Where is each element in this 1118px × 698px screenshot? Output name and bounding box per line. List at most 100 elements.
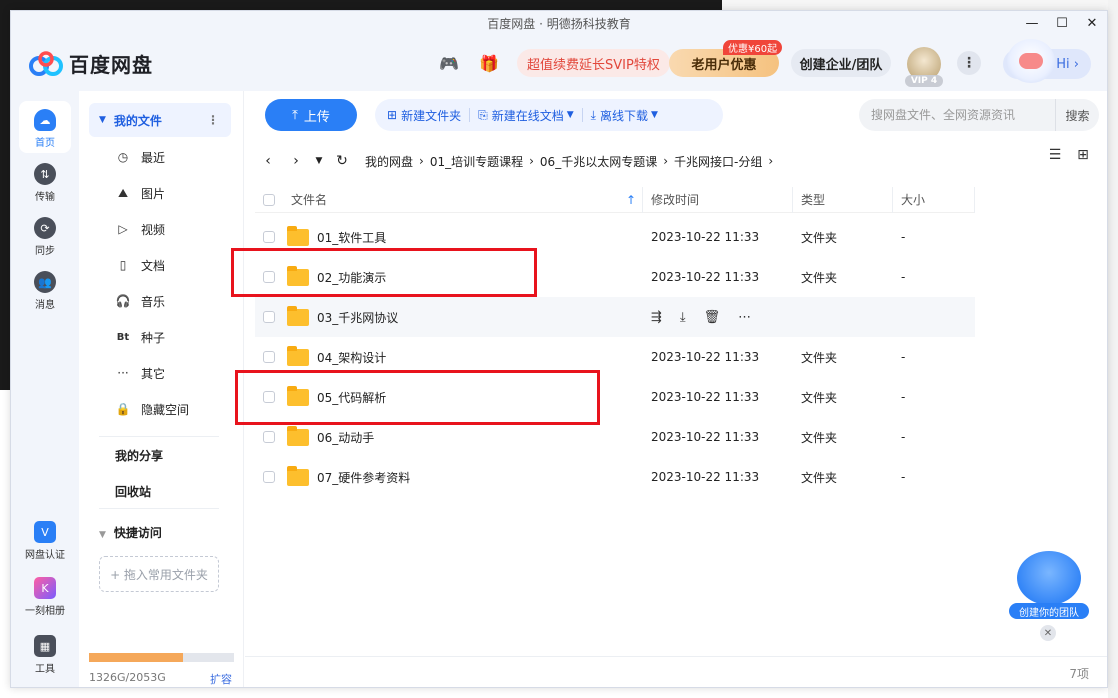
quick-access-drop-zone[interactable]: + 拖入常用文件夹 xyxy=(99,556,219,592)
delete-icon[interactable]: 🗑 xyxy=(704,310,721,325)
chevron-down-icon: ▼ xyxy=(566,110,574,120)
rail-item-messages[interactable]: 👥 消息 xyxy=(11,271,79,311)
new-doc-icon: ⎘ xyxy=(478,107,488,122)
close-icon[interactable]: ✕ xyxy=(1040,625,1056,641)
expand-storage-link[interactable]: 扩容 xyxy=(210,671,232,687)
minimize-button[interactable]: — xyxy=(1017,11,1047,35)
new-folder-icon: ⊞ xyxy=(387,108,398,122)
breadcrumb-separator: › xyxy=(529,154,534,168)
rail-item-verify[interactable]: V 网盘认证 xyxy=(11,521,79,561)
rail-item-album[interactable]: K 一刻相册 xyxy=(11,577,79,617)
sort-icon[interactable]: ☰ xyxy=(1041,147,1069,163)
breadcrumb-item[interactable]: 06_千兆以太网专题课 xyxy=(540,153,657,170)
breadcrumb-item[interactable]: 01_培训专题课程 xyxy=(430,153,523,170)
download-icon[interactable]: ⤓ xyxy=(680,310,686,325)
modified-time: 2023-10-22 11:33 xyxy=(651,470,760,484)
clock-icon: ◷ xyxy=(117,150,129,164)
refresh-icon[interactable]: ↻ xyxy=(331,153,353,169)
sidebar-quick-access[interactable]: ▼ 快捷访问 xyxy=(99,524,162,541)
file-type: 文件夹 xyxy=(801,230,838,245)
file-name[interactable]: 06_动动手 xyxy=(317,429,374,446)
breadcrumb-item[interactable]: 千兆网接口-分组 xyxy=(674,153,762,170)
row-checkbox[interactable] xyxy=(263,431,275,443)
sidebar-recycle-bin[interactable]: 回收站 xyxy=(115,483,151,500)
sidebar-item-recent[interactable]: ◷ 最近 xyxy=(115,139,235,175)
modified-time: 2023-10-22 11:33 xyxy=(651,390,760,404)
folder-icon xyxy=(287,465,309,486)
sidebar-item-videos[interactable]: ▷ 视频 xyxy=(115,211,235,247)
sidebar-item-images[interactable]: ⛰ 图片 xyxy=(115,175,235,211)
rail-item-transfer[interactable]: ⇅ 传输 xyxy=(11,163,79,203)
navigation-bar: ‹ › ▼ ↻ 我的网盘 › 01_培训专题课程 › 06_千兆以太网专题课 › 千兆… xyxy=(257,147,1097,175)
my-files-label: 我的文件 xyxy=(113,113,162,128)
close-button[interactable]: ✕ xyxy=(1077,11,1107,35)
header-name[interactable]: 文件名 xyxy=(291,191,327,208)
game-icon[interactable]: 🎮 xyxy=(439,53,459,73)
header-size[interactable]: 大小 xyxy=(893,186,975,213)
more-icon[interactable]: ⋮ xyxy=(207,113,219,127)
header-type[interactable]: 类型 xyxy=(793,186,893,213)
file-size: - xyxy=(901,230,906,244)
search-input[interactable] xyxy=(859,108,1049,122)
download-icon: ⤓ xyxy=(590,107,596,122)
transfer-icon: ⇅ xyxy=(34,163,56,185)
gift-icon[interactable]: 🎁 xyxy=(479,53,499,73)
sort-arrow-up-icon[interactable]: ↑ xyxy=(626,193,636,207)
rail-label: 同步 xyxy=(35,246,55,257)
sidebar-item-hidden-space[interactable]: 🔒 隐藏空间 xyxy=(115,391,235,427)
hi-label: Hi xyxy=(1056,56,1070,72)
breadcrumb-item[interactable]: 我的网盘 xyxy=(365,153,413,170)
select-all-checkbox[interactable] xyxy=(263,193,275,206)
header-modified[interactable]: 修改时间 xyxy=(643,186,793,213)
create-enterprise-button[interactable]: 创建企业/团队 xyxy=(791,49,891,77)
file-type: 文件夹 xyxy=(801,390,838,405)
svip-promo-button[interactable]: 超值续费延长SVIP特权 xyxy=(517,49,670,77)
back-icon[interactable]: ‹ xyxy=(257,153,279,169)
more-options-icon[interactable]: ⋯ xyxy=(738,310,751,325)
sidebar-item-label: 种子 xyxy=(141,330,166,345)
ellipsis-icon: ··· xyxy=(117,366,129,380)
file-name[interactable]: 07_硬件参考资料 xyxy=(317,469,410,486)
logo[interactable]: 百度网盘 xyxy=(29,49,153,78)
grid-view-icon[interactable]: ⊞ xyxy=(1069,147,1097,163)
file-name[interactable]: 04_架构设计 xyxy=(317,349,386,366)
sidebar-my-share[interactable]: 我的分享 xyxy=(115,447,163,464)
more-menu-button[interactable]: ⋮ xyxy=(957,51,981,75)
row-checkbox[interactable] xyxy=(263,231,275,243)
sidebar-item-music[interactable]: 🎧 音乐 xyxy=(115,283,235,319)
rail-item-tools[interactable]: ▦ 工具 xyxy=(11,635,79,675)
sidebar-item-other[interactable]: ··· 其它 xyxy=(115,355,235,391)
create-team-widget[interactable]: 创建你的团队 ✕ xyxy=(1009,551,1089,641)
rail-item-home[interactable]: ☁ 首页 xyxy=(11,109,79,149)
new-folder-button[interactable]: ⊞ 新建文件夹 xyxy=(387,107,461,124)
annotation-highlight-box xyxy=(235,370,600,425)
table-row[interactable]: 03_千兆网协议 ⇶ ⤓ 🗑 ⋯ xyxy=(255,297,975,337)
table-header: 文件名 ↑ 修改时间 类型 大小 xyxy=(255,186,975,213)
sidebar-item-docs[interactable]: ▯ 文档 xyxy=(115,247,235,283)
share-icon[interactable]: ⇶ xyxy=(651,310,662,325)
rail-label: 一刻相册 xyxy=(25,606,65,617)
maximize-button[interactable]: ☐ xyxy=(1047,11,1077,35)
rail-label: 消息 xyxy=(35,300,55,311)
sidebar-my-files[interactable]: ▼ 我的文件 ⋮ xyxy=(89,103,231,137)
search-box: 搜索 xyxy=(859,99,1099,131)
sidebar-item-torrents[interactable]: Bt 种子 xyxy=(115,319,235,355)
modified-time: 2023-10-22 11:33 xyxy=(651,270,760,284)
row-checkbox[interactable] xyxy=(263,471,275,483)
forward-icon[interactable]: › xyxy=(285,153,307,169)
offline-download-button[interactable]: ⤓ 离线下载 ▼ xyxy=(591,107,658,124)
row-checkbox[interactable] xyxy=(263,351,275,363)
search-button[interactable]: 搜索 xyxy=(1055,99,1099,131)
upload-label: 上传 xyxy=(303,109,330,125)
file-name[interactable]: 03_千兆网协议 xyxy=(317,309,398,326)
window-title: 百度网盘 · 明德扬科技教育 xyxy=(487,16,631,31)
album-icon: K xyxy=(34,577,56,599)
file-name[interactable]: 01_软件工具 xyxy=(317,229,386,246)
history-dropdown-icon[interactable]: ▼ xyxy=(313,156,325,166)
rail-item-sync[interactable]: ⟳ 同步 xyxy=(11,217,79,257)
upload-button[interactable]: ⤒ 上传 xyxy=(265,99,357,131)
row-checkbox[interactable] xyxy=(263,311,275,323)
new-online-doc-button[interactable]: ⎘ 新建在线文档 ▼ xyxy=(478,107,574,124)
app-window: 百度网盘 · 明德扬科技教育 — ☐ ✕ 百度网盘 🎮 🎁 超值续费延长SVIP… xyxy=(10,10,1108,688)
table-row[interactable]: 07_硬件参考资料 2023-10-22 11:33 文件夹 - xyxy=(255,457,975,497)
